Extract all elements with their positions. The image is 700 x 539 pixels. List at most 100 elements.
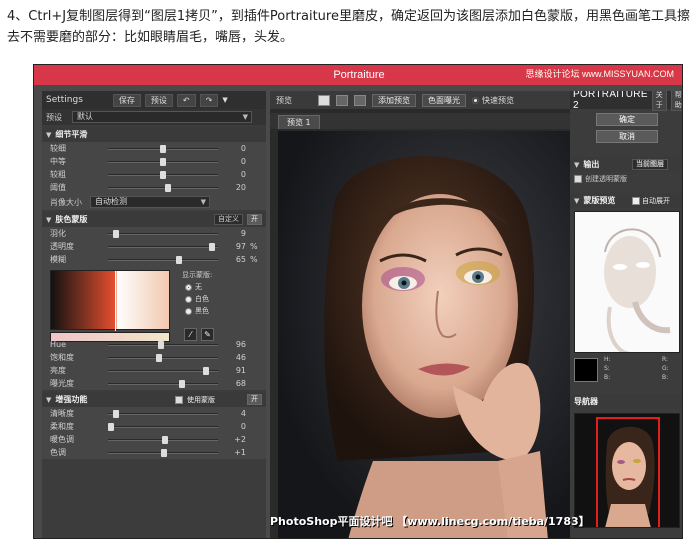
detail-slider-row: 中等 0 [42, 155, 266, 168]
slider-value[interactable]: +1 [220, 448, 246, 457]
slider-handle[interactable] [160, 171, 166, 179]
slider-handle[interactable] [160, 145, 166, 153]
detail-header[interactable]: ▼ 细节平滑 [42, 127, 266, 142]
slider-track[interactable] [108, 171, 218, 179]
skin-slider-row: 羽化 9 [42, 227, 266, 240]
skin-color-block: 显示蒙版: 无 白色 黑色 ⁄ ✎ [42, 266, 266, 342]
slider-track[interactable] [108, 341, 218, 349]
slider-track[interactable] [108, 410, 218, 418]
tab-preview-1[interactable]: 预览 1 [278, 115, 320, 129]
slider-value[interactable]: 91 [220, 366, 246, 375]
slider-track[interactable] [108, 380, 218, 388]
slider-track[interactable] [108, 449, 218, 457]
about-button[interactable]: 关于 [651, 91, 667, 111]
cancel-button[interactable]: 取消 [596, 130, 658, 143]
preset-row-label: 预设 [46, 112, 62, 122]
navigator-header[interactable]: 导航器 [570, 394, 682, 409]
split-vertical-icon[interactable] [354, 94, 366, 106]
slider-track[interactable] [108, 354, 218, 362]
settings-header: Settings 保存 预设 ↶ ↷ ▼ [42, 91, 266, 109]
create-transparent-row: 创建透明蒙版 [570, 172, 682, 185]
preview-photo[interactable] [278, 131, 570, 538]
save-button[interactable]: 保存 [112, 93, 141, 107]
slider-track[interactable] [108, 436, 218, 444]
slider-value[interactable]: 0 [220, 170, 246, 179]
slider-handle[interactable] [175, 256, 182, 264]
slider-track[interactable] [108, 423, 218, 431]
hsb-slider-row: 亮度 91 [42, 364, 266, 377]
radio-none[interactable]: 无 [185, 282, 202, 292]
fast-preview-radio[interactable]: 快速预览 [472, 95, 514, 106]
redo-icon[interactable]: ↷ [199, 93, 219, 107]
split-horizontal-icon[interactable] [336, 94, 348, 106]
help-button[interactable]: 帮助 [670, 91, 682, 111]
slider-handle[interactable] [165, 184, 172, 192]
brand-bar: PORTRAITURE 2 关于 帮助 [570, 91, 682, 111]
mask-color-readout: H: S: B: R: G: B: [574, 356, 680, 386]
slider-value[interactable]: 0 [220, 422, 246, 431]
slider-handle[interactable] [108, 423, 114, 431]
mask-thumbnail [604, 228, 671, 352]
portrait-image [324, 156, 548, 538]
navigator-thumbnail[interactable] [574, 413, 680, 528]
auto-expand-checkbox[interactable] [632, 197, 640, 205]
radio-dot [472, 96, 479, 104]
ok-button[interactable]: 确定 [596, 113, 658, 126]
mask-preview-header[interactable]: ▼ 蒙版预览 自动展开 [570, 193, 682, 208]
slider-handle[interactable] [155, 354, 162, 362]
slider-handle[interactable] [202, 367, 209, 375]
radio-white[interactable]: 白色 [185, 294, 209, 304]
slider-handle[interactable] [113, 230, 120, 238]
output-header[interactable]: ▼ 输出 当前图层 [570, 157, 682, 172]
output-target-select[interactable]: 当前图层 [632, 159, 668, 170]
slider-handle[interactable] [162, 436, 169, 444]
create-transparent-checkbox[interactable] [574, 174, 582, 183]
slider-value[interactable]: 97 [220, 242, 246, 251]
preset-select[interactable]: 默认 ▼ [72, 111, 252, 123]
slider-value[interactable]: 96 [220, 340, 246, 349]
slider-track[interactable] [108, 230, 218, 238]
skin-toggle-button[interactable]: 开 [247, 214, 262, 225]
radio-black[interactable]: 黑色 [185, 306, 209, 316]
slider-label: 透明度 [50, 242, 74, 251]
portraiture-window: Portraiture 思缘设计论坛 www.MISSYUAN.COM Sett… [33, 64, 683, 539]
single-view-icon[interactable] [318, 94, 330, 106]
slider-handle[interactable] [208, 243, 215, 251]
b-readout: B: [604, 374, 611, 381]
enhance-toggle-button[interactable]: 开 [247, 394, 262, 405]
slider-handle[interactable] [160, 158, 166, 166]
slider-value[interactable]: 46 [220, 353, 246, 362]
slider-track[interactable] [108, 243, 218, 251]
right-panel: PORTRAITURE 2 关于 帮助 确定 取消 ▼ 输出 当前图层 创建透明… [570, 91, 682, 538]
slider-value[interactable]: 68 [220, 379, 246, 388]
slider-value[interactable]: 9 [220, 229, 246, 238]
skin-mode-select[interactable]: 自定义 [214, 214, 243, 225]
menu-arrow-icon[interactable]: ▼ [222, 96, 227, 104]
portrait-size-select[interactable]: 自动检测 ▼ [90, 196, 210, 208]
slider-track[interactable] [108, 367, 218, 375]
color-exposure-button[interactable]: 色面曝光 [422, 93, 466, 107]
slider-handle[interactable] [178, 380, 185, 388]
slider-track[interactable] [108, 145, 218, 153]
use-mask-checkbox[interactable] [175, 395, 183, 404]
slider-label: 较粗 [50, 170, 66, 179]
slider-track[interactable] [108, 184, 218, 192]
preset-button[interactable]: 预设 [144, 93, 173, 107]
slider-value[interactable]: 0 [220, 157, 246, 166]
slider-value[interactable]: +2 [220, 435, 246, 444]
slider-value[interactable]: 4 [220, 409, 246, 418]
slider-handle[interactable] [161, 449, 168, 457]
slider-value[interactable]: 65 [220, 255, 246, 264]
skin-mask-header[interactable]: ▼ 肤色蒙版 自定义 开 [42, 212, 266, 227]
skin-mask-title: 肤色蒙版 [55, 215, 88, 224]
slider-value[interactable]: 0 [220, 144, 246, 153]
slider-handle[interactable] [157, 341, 164, 349]
undo-icon[interactable]: ↶ [176, 93, 196, 107]
slider-value[interactable]: 20 [220, 183, 246, 192]
skin-color-picker[interactable] [50, 270, 170, 331]
slider-track[interactable] [108, 158, 218, 166]
add-preview-button[interactable]: 添加预览 [372, 93, 416, 107]
enhance-header[interactable]: ▼ 增强功能 使用蒙版 开 [42, 392, 266, 407]
slider-track[interactable] [108, 256, 218, 264]
slider-handle[interactable] [113, 410, 120, 418]
